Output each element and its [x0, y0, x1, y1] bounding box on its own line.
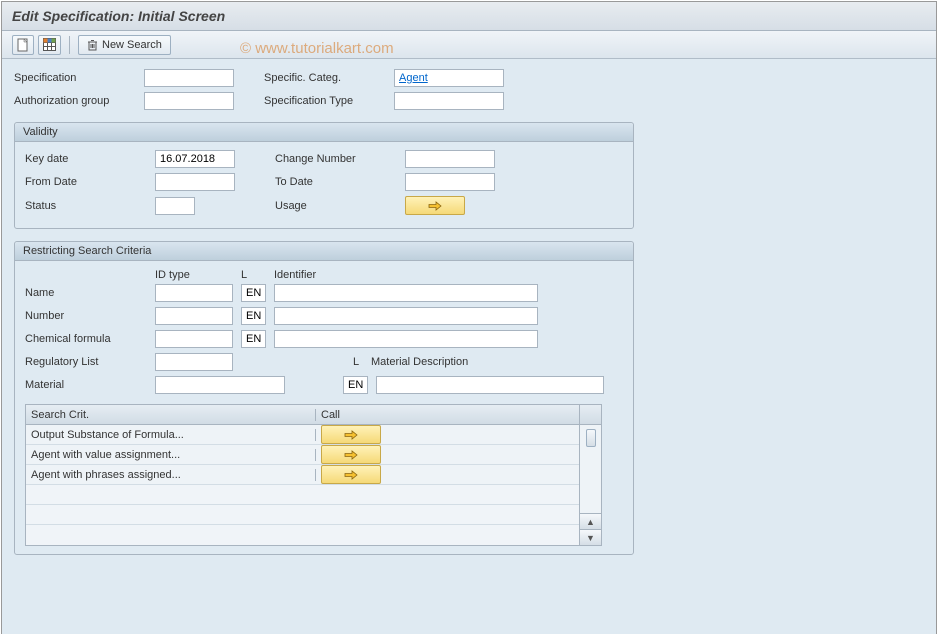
- specific-categ-input[interactable]: [394, 69, 504, 87]
- name-lang-input[interactable]: [241, 284, 266, 302]
- toolbar-separator: [69, 36, 70, 54]
- change-number-label: Change Number: [275, 153, 405, 165]
- usage-button[interactable]: [405, 196, 465, 215]
- spec-type-label: Specification Type: [264, 95, 394, 107]
- table-row[interactable]: Output Substance of Formula...: [26, 429, 316, 441]
- call-button-1[interactable]: [321, 445, 381, 464]
- key-date-input[interactable]: [155, 150, 235, 168]
- from-date-label: From Date: [25, 176, 155, 188]
- usage-label: Usage: [275, 200, 405, 212]
- specification-input[interactable]: [144, 69, 234, 87]
- specification-label: Specification: [14, 72, 144, 84]
- new-document-button[interactable]: [12, 35, 34, 55]
- new-search-label: New Search: [102, 39, 162, 51]
- arrow-right-icon: [344, 430, 358, 440]
- new-search-button[interactable]: New Search: [78, 35, 171, 55]
- chem-identifier-input[interactable]: [274, 330, 538, 348]
- name-label: Name: [25, 287, 155, 299]
- reg-label: Regulatory List: [25, 356, 155, 368]
- grid-icon: [43, 38, 56, 51]
- page-title: Edit Specification: Initial Screen: [2, 2, 936, 31]
- specific-categ-label: Specific. Categ.: [264, 72, 394, 84]
- scroll-down-button[interactable]: ▼: [580, 529, 601, 545]
- chem-lang-input[interactable]: [241, 330, 266, 348]
- mat-label: Material: [25, 379, 155, 391]
- trash-icon: [87, 39, 98, 51]
- arrow-right-icon: [344, 450, 358, 460]
- arrow-right-icon: [428, 201, 442, 211]
- name-idtype-input[interactable]: [155, 284, 233, 302]
- status-input[interactable]: [155, 197, 195, 215]
- material-desc-input[interactable]: [376, 376, 604, 394]
- auth-group-label: Authorization group: [14, 95, 144, 107]
- scroll-up-button[interactable]: ▲: [580, 513, 601, 529]
- table-row[interactable]: Agent with value assignment...: [26, 449, 316, 461]
- search-crit-table: Search Crit. Call Output Substance of Fo…: [25, 404, 580, 546]
- col-l: L: [241, 269, 274, 281]
- col-idtype: ID type: [155, 269, 241, 281]
- key-date-label: Key date: [25, 153, 155, 165]
- chevron-down-icon: ▼: [586, 533, 595, 543]
- chem-label: Chemical formula: [25, 333, 155, 345]
- to-date-label: To Date: [275, 176, 405, 188]
- col-call: Call: [316, 409, 436, 421]
- chevron-up-icon: ▲: [586, 517, 595, 527]
- matdesc-label: Material Description: [371, 356, 468, 368]
- chem-idtype-input[interactable]: [155, 330, 233, 348]
- spec-type-input[interactable]: [394, 92, 504, 110]
- auth-group-input[interactable]: [144, 92, 234, 110]
- material-lang-input[interactable]: [343, 376, 368, 394]
- grid-button[interactable]: [38, 35, 61, 55]
- validity-header: Validity: [15, 123, 633, 142]
- scroll-handle[interactable]: [586, 429, 596, 447]
- col-identifier: Identifier: [274, 269, 316, 281]
- reg-idtype-input[interactable]: [155, 353, 233, 371]
- name-identifier-input[interactable]: [274, 284, 538, 302]
- col-search-crit: Search Crit.: [26, 409, 316, 421]
- matdesc-l-label: L: [353, 356, 371, 368]
- restrict-header: Restricting Search Criteria: [15, 242, 633, 261]
- change-number-input[interactable]: [405, 150, 495, 168]
- from-date-input[interactable]: [155, 173, 235, 191]
- call-button-2[interactable]: [321, 465, 381, 484]
- material-input[interactable]: [155, 376, 285, 394]
- call-button-0[interactable]: [321, 425, 381, 444]
- number-label: Number: [25, 310, 155, 322]
- arrow-right-icon: [344, 470, 358, 480]
- to-date-input[interactable]: [405, 173, 495, 191]
- number-lang-input[interactable]: [241, 307, 266, 325]
- content-area: © www.tutorialkart.com Specification Spe…: [2, 59, 936, 634]
- status-label: Status: [25, 200, 155, 212]
- number-idtype-input[interactable]: [155, 307, 233, 325]
- table-row[interactable]: Agent with phrases assigned...: [26, 469, 316, 481]
- table-scrollbar[interactable]: ▲ ▼: [580, 404, 602, 546]
- new-document-icon: [17, 38, 29, 52]
- number-identifier-input[interactable]: [274, 307, 538, 325]
- toolbar: New Search: [2, 31, 936, 59]
